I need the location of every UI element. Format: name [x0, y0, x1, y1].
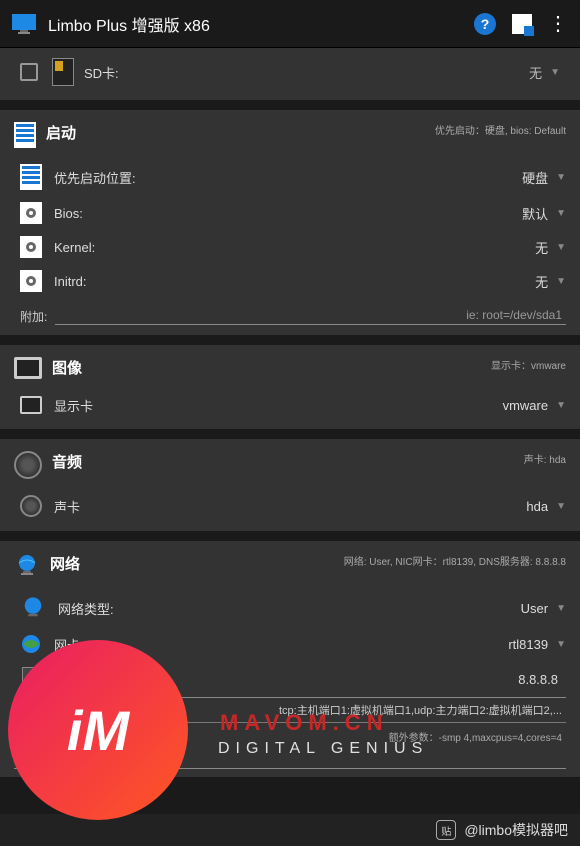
- speaker-icon: [20, 495, 42, 517]
- chevron-down-icon: ▼: [556, 208, 566, 219]
- graphics-summary: 显示卡：vmware: [491, 357, 566, 372]
- chevron-down-icon: ▼: [556, 242, 566, 253]
- disk-icon: [20, 164, 42, 190]
- footer-text: @limbo模拟器吧: [464, 820, 568, 840]
- chevron-down-icon: ▼: [550, 67, 560, 78]
- globe-icon: [20, 595, 46, 621]
- sd-value: 无: [529, 63, 542, 82]
- graphics-title: 图像: [52, 357, 491, 378]
- nic-icon: [20, 633, 42, 655]
- speaker-icon: [14, 451, 42, 479]
- app-bar: Limbo Plus 增强版 x86 ? ⋮: [0, 0, 580, 48]
- overflow-menu-icon[interactable]: ⋮: [548, 14, 568, 34]
- gear-icon: [20, 236, 42, 258]
- watermark-brand: MAVOM.CN: [220, 710, 389, 736]
- watermark-logo: iM: [8, 640, 188, 820]
- chevron-down-icon: ▼: [556, 639, 566, 650]
- chevron-down-icon: ▼: [556, 501, 566, 512]
- network-summary: 网络: User, NIC网卡：rtl8139, DNS服务器: 8.8.8.8: [344, 553, 566, 568]
- audio-title: 音频: [52, 451, 524, 472]
- sd-card-icon: [52, 58, 74, 86]
- gear-icon: [20, 270, 42, 292]
- boot-section-icon: [14, 122, 36, 148]
- chevron-down-icon: ▼: [556, 172, 566, 183]
- bios-row[interactable]: Bios: 默认 ▼: [14, 196, 566, 230]
- boot-section: 启动 优先启动：硬盘, bios: Default 优先启动位置: 硬盘 ▼ B…: [0, 110, 580, 335]
- audio-section: 音频 声卡: hda 声卡 hda ▼: [0, 439, 580, 531]
- audio-summary: 声卡: hda: [524, 451, 566, 466]
- app-title: Limbo Plus 增强版 x86: [48, 12, 474, 36]
- boot-priority-row[interactable]: 优先启动位置: 硬盘 ▼: [14, 158, 566, 196]
- sd-checkbox[interactable]: [20, 63, 38, 81]
- monitor-icon: [20, 396, 42, 414]
- tieba-icon: 贴: [436, 820, 456, 840]
- chevron-down-icon: ▼: [556, 400, 566, 411]
- boot-summary: 优先启动：硬盘, bios: Default: [435, 122, 566, 137]
- monitor-icon: [12, 14, 36, 34]
- display-card-row[interactable]: 显示卡 vmware ▼: [14, 389, 566, 421]
- boot-title: 启动: [46, 122, 435, 143]
- gear-icon: [20, 202, 42, 224]
- initrd-row[interactable]: Initrd: 无 ▼: [14, 264, 566, 298]
- network-type-row[interactable]: 网络类型: User ▼: [14, 589, 566, 627]
- network-title: 网络: [50, 553, 344, 574]
- monitor-icon: [14, 357, 42, 379]
- sd-label: SD卡:: [84, 63, 529, 82]
- chevron-down-icon: ▼: [556, 276, 566, 287]
- sd-card-row[interactable]: SD卡: 无 ▼: [0, 48, 580, 100]
- kernel-row[interactable]: Kernel: 无 ▼: [14, 230, 566, 264]
- watermark-tagline: DIGITAL GENIUS: [218, 740, 428, 758]
- graphics-section: 图像 显示卡：vmware 显示卡 vmware ▼: [0, 345, 580, 429]
- append-row: 附加:: [14, 298, 566, 327]
- append-input[interactable]: [55, 306, 566, 325]
- sound-card-row[interactable]: 声卡 hda ▼: [14, 489, 566, 523]
- chevron-down-icon: ▼: [556, 603, 566, 614]
- help-icon[interactable]: ?: [474, 13, 496, 35]
- save-icon[interactable]: [512, 14, 532, 34]
- globe-icon: [14, 553, 40, 579]
